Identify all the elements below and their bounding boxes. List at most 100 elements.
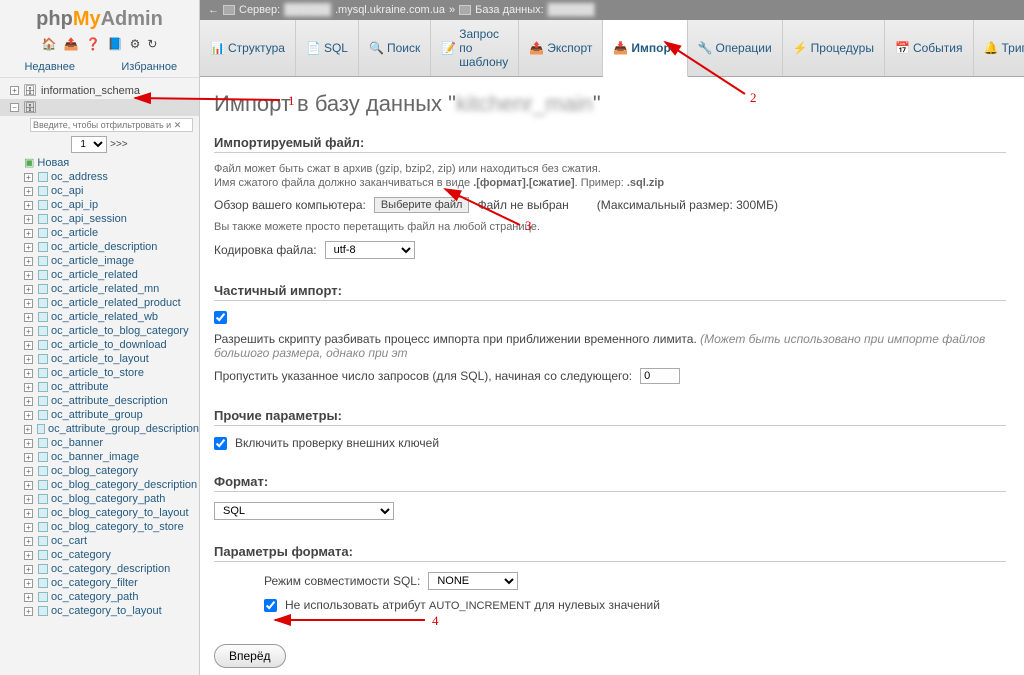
drag-hint: Вы также можете просто перетащить файл н…: [214, 221, 1006, 233]
table-item[interactable]: +oc_blog_category_path: [24, 492, 199, 506]
table-item[interactable]: +oc_article_related_wb: [24, 310, 199, 324]
allow-interrupt-label: Разрешить скрипту разбивать процесс импо…: [214, 332, 1006, 360]
table-item[interactable]: +oc_attribute: [24, 380, 199, 394]
db-icon: [459, 5, 471, 15]
allow-interrupt-checkbox[interactable]: [214, 311, 227, 324]
browse-label: Обзор вашего компьютера:: [214, 198, 366, 212]
table-item[interactable]: +oc_blog_category_to_layout: [24, 506, 199, 520]
table-item[interactable]: +oc_cart: [24, 534, 199, 548]
skip-label: Пропустить указанное число запросов (для…: [214, 369, 632, 383]
tab-icon: ⚡: [793, 41, 807, 55]
favorites-tab[interactable]: Избранное: [100, 57, 200, 77]
table-item[interactable]: +oc_article: [24, 226, 199, 240]
help-icon[interactable]: ❓: [86, 37, 101, 51]
db-name[interactable]: ██████: [548, 4, 595, 16]
table-item[interactable]: +oc_article_related_mn: [24, 282, 199, 296]
table-filter-input[interactable]: [30, 118, 193, 132]
import-file-legend: Импортируемый файл:: [214, 135, 1006, 153]
server-icon: [223, 5, 235, 15]
compat-select[interactable]: NONE: [428, 572, 518, 590]
logo[interactable]: phpMyAdmin: [0, 0, 199, 35]
tab-icon: 🔧: [698, 41, 712, 55]
table-item[interactable]: +oc_api_session: [24, 212, 199, 226]
tab-Импорт[interactable]: 📥Импорт: [603, 20, 687, 77]
table-item[interactable]: +oc_article_to_blog_category: [24, 324, 199, 338]
table-item[interactable]: +oc_category_description: [24, 562, 199, 576]
tab-Структура[interactable]: 📊Структура: [200, 20, 296, 76]
tab-Запрос по шаблону[interactable]: 📝Запрос по шаблону: [431, 20, 519, 76]
hint-filename: Имя сжатого файла должно заканчиваться в…: [214, 177, 1006, 189]
table-item[interactable]: +oc_article_to_layout: [24, 352, 199, 366]
top-tabs: 📊Структура📄SQL🔍Поиск📝Запрос по шаблону📤Э…: [200, 20, 1024, 77]
max-size: (Максимальный размер: 300МБ): [597, 198, 778, 212]
tab-Операции[interactable]: 🔧Операции: [688, 20, 783, 76]
new-table[interactable]: ▣Новая: [24, 155, 199, 170]
format-legend: Формат:: [214, 474, 1006, 492]
table-item[interactable]: +oc_attribute_description: [24, 394, 199, 408]
db-information-schema[interactable]: +🗄information_schema: [0, 82, 199, 99]
tab-icon: 📥: [613, 41, 627, 55]
sidebar: phpMyAdmin 🏠 📤 ❓ 📘 ⚙ ↻ Недавнее Избранно…: [0, 0, 200, 675]
recent-tab[interactable]: Недавнее: [0, 57, 100, 77]
table-item[interactable]: +oc_article_to_store: [24, 366, 199, 380]
tab-icon: 📅: [895, 41, 909, 55]
tab-События[interactable]: 📅События: [885, 20, 974, 76]
table-item[interactable]: +oc_banner: [24, 436, 199, 450]
server-name[interactable]: ██████: [284, 4, 331, 16]
charset-select[interactable]: utf-8: [325, 241, 415, 259]
fk-check-label: Включить проверку внешних ключей: [235, 436, 439, 450]
reload-icon[interactable]: ↻: [147, 37, 157, 51]
table-item[interactable]: +oc_category_filter: [24, 576, 199, 590]
table-item[interactable]: +oc_category: [24, 548, 199, 562]
home-icon[interactable]: 🏠: [42, 37, 57, 51]
settings-icon[interactable]: ⚙: [130, 37, 141, 51]
tab-SQL[interactable]: 📄SQL: [296, 20, 359, 76]
db-current[interactable]: −🗄: [0, 99, 199, 116]
docs-icon[interactable]: 📘: [108, 37, 123, 51]
table-item[interactable]: +oc_article_related: [24, 268, 199, 282]
table-item[interactable]: +oc_blog_category_to_store: [24, 520, 199, 534]
table-item[interactable]: +oc_article_description: [24, 240, 199, 254]
no-file-text: Файл не выбран: [477, 198, 568, 212]
collapse-icon[interactable]: ←: [208, 4, 219, 16]
partial-legend: Частичный импорт:: [214, 283, 1006, 301]
fk-check-checkbox[interactable]: [214, 437, 227, 450]
skip-input[interactable]: [640, 368, 680, 384]
table-item[interactable]: +oc_category_path: [24, 590, 199, 604]
submit-button[interactable]: Вперёд: [214, 644, 286, 668]
compat-label: Режим совместимости SQL:: [264, 574, 420, 588]
table-item[interactable]: +oc_article_to_download: [24, 338, 199, 352]
tab-Триггеры[interactable]: 🔔Триггеры: [974, 20, 1024, 76]
table-item[interactable]: +oc_attribute_group_description: [24, 422, 199, 436]
format-select[interactable]: SQL: [214, 502, 394, 520]
table-item[interactable]: +oc_address: [24, 170, 199, 184]
table-item[interactable]: +oc_attribute_group: [24, 408, 199, 422]
tab-Процедуры[interactable]: ⚡Процедуры: [783, 20, 885, 76]
tab-Экспорт[interactable]: 📤Экспорт: [519, 20, 603, 76]
table-item[interactable]: +oc_banner_image: [24, 450, 199, 464]
no-autoincrement-checkbox[interactable]: [264, 599, 277, 612]
tab-icon: 📊: [210, 41, 224, 55]
table-item[interactable]: +oc_category_to_layout: [24, 604, 199, 618]
content: Импорт в базу данных "kitchenr_main" Имп…: [200, 77, 1024, 675]
charset-label: Кодировка файла:: [214, 243, 317, 257]
no-autoincrement-label: Не использовать атрибут AUTO_INCREMENT д…: [285, 598, 660, 612]
logout-icon[interactable]: 📤: [64, 37, 79, 51]
tab-icon: 📝: [441, 41, 455, 55]
table-item[interactable]: +oc_api: [24, 184, 199, 198]
page-title: Импорт в базу данных "kitchenr_main": [214, 91, 1006, 117]
table-item[interactable]: +oc_article_image: [24, 254, 199, 268]
tab-Поиск[interactable]: 🔍Поиск: [359, 20, 431, 76]
page-select[interactable]: 1: [71, 136, 107, 153]
page-next[interactable]: >>>: [110, 139, 128, 150]
db-label: База данных:: [475, 4, 544, 16]
tab-icon: 🔔: [984, 41, 998, 55]
table-item[interactable]: +oc_blog_category: [24, 464, 199, 478]
table-item[interactable]: +oc_api_ip: [24, 198, 199, 212]
tab-icon: 🔍: [369, 41, 383, 55]
table-item[interactable]: +oc_blog_category_description: [24, 478, 199, 492]
tab-icon: 📤: [529, 41, 543, 55]
breadcrumb: ← Сервер: ██████.mysql.ukraine.com.ua » …: [200, 0, 1024, 20]
choose-file-button[interactable]: Выберите файл: [374, 197, 470, 213]
table-item[interactable]: +oc_article_related_product: [24, 296, 199, 310]
